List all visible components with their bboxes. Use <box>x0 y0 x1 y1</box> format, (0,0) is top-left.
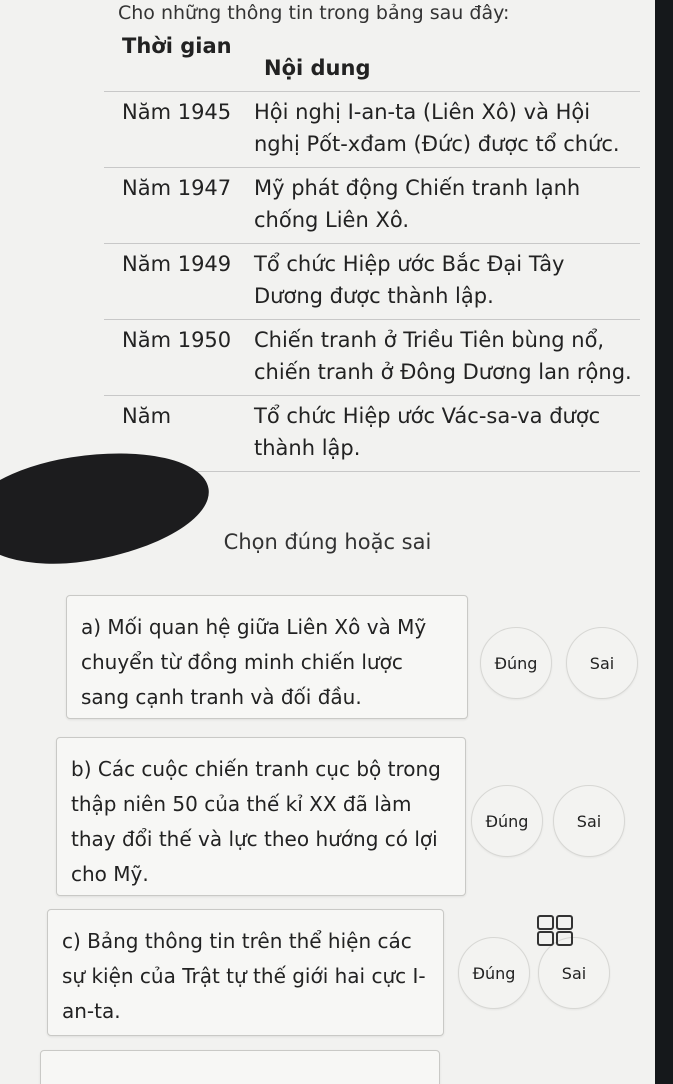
false-button-c[interactable]: Sai <box>538 937 610 1009</box>
table-row: Năm 1945 Hội nghị I-an-ta (Liên Xô) và H… <box>104 91 640 168</box>
device-edge <box>655 0 673 1084</box>
row-content: Mỹ phát động Chiến tranh lạnh chống Liên… <box>240 167 640 244</box>
row-content: Tổ chức Hiệp ước Bắc Đại Tây Dương được … <box>240 243 640 320</box>
row-year: Năm 1947 <box>104 167 240 244</box>
true-button-c[interactable]: Đúng <box>458 937 530 1009</box>
row-content: Hội nghị I-an-ta (Liên Xô) và Hội nghị P… <box>240 91 640 168</box>
section-heading: Chọn đúng hoặc sai <box>223 530 432 554</box>
question-text: c) Bảng thông tin trên thể hiện các sự k… <box>62 929 426 1023</box>
row-content: Chiến tranh ở Triều Tiên bùng nổ, chiến … <box>240 319 640 396</box>
false-button-b[interactable]: Sai <box>553 785 625 857</box>
screen: Cho những thông tin trong bảng sau đây: … <box>0 0 655 1084</box>
intro-text: Cho những thông tin trong bảng sau đây: <box>118 2 510 24</box>
table-row: Năm Tổ chức Hiệp ước Vác-sa-va được thàn… <box>104 395 640 473</box>
question-card-next <box>40 1050 440 1084</box>
table-row: Năm 1947 Mỹ phát động Chiến tranh lạnh c… <box>104 167 640 244</box>
row-year: Năm 1950 <box>104 319 240 396</box>
table-header-row: Thời gian Nội dung <box>104 30 640 92</box>
question-card-c: c) Bảng thông tin trên thể hiện các sự k… <box>47 909 444 1036</box>
info-table: Thời gian Nội dung Năm 1945 Hội nghị I-a… <box>104 30 640 473</box>
header-content: Nội dung <box>240 30 640 92</box>
question-text: b) Các cuộc chiến tranh cục bộ trong thậ… <box>71 757 441 886</box>
row-year: Năm 1945 <box>104 91 240 168</box>
true-button-b[interactable]: Đúng <box>471 785 543 857</box>
table-row: Năm 1950 Chiến tranh ở Triều Tiên bùng n… <box>104 319 640 396</box>
header-time: Thời gian <box>104 30 240 92</box>
false-button-a[interactable]: Sai <box>566 627 638 699</box>
grid-view-icon[interactable] <box>537 915 573 947</box>
true-button-a[interactable]: Đúng <box>480 627 552 699</box>
question-text: a) Mối quan hệ giữa Liên Xô và Mỹ chuyển… <box>81 615 427 709</box>
table-row: Năm 1949 Tổ chức Hiệp ước Bắc Đại Tây Dư… <box>104 243 640 320</box>
row-content: Tổ chức Hiệp ước Vác-sa-va được thành lậ… <box>240 395 640 473</box>
row-year: Năm 1949 <box>104 243 240 320</box>
question-card-b: b) Các cuộc chiến tranh cục bộ trong thậ… <box>56 737 466 896</box>
question-card-a: a) Mối quan hệ giữa Liên Xô và Mỹ chuyển… <box>66 595 468 719</box>
